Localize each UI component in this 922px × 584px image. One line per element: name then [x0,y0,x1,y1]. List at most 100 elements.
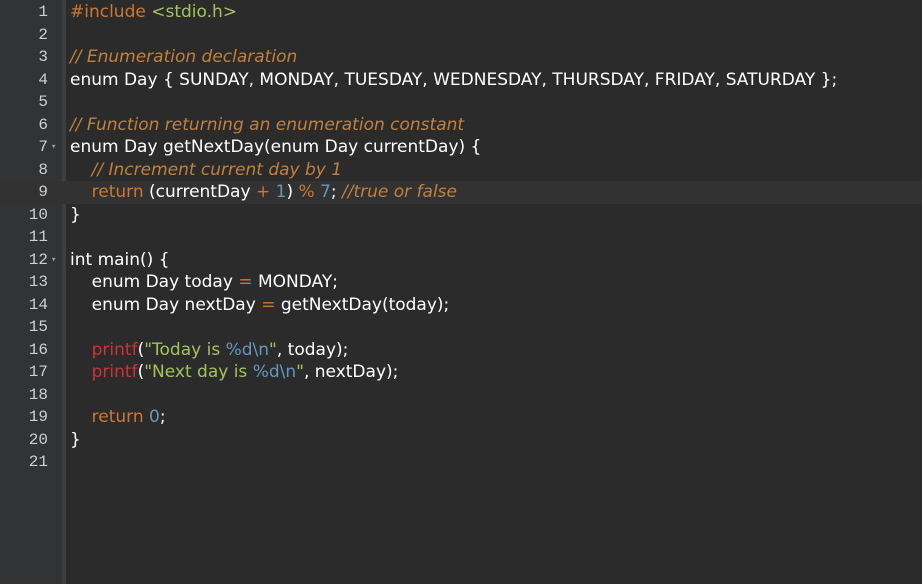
code-token: printf [91,362,138,382]
line-number: 21 [28,453,48,471]
code-token: return [91,182,144,202]
code-line[interactable]: 20} [0,429,922,452]
code-text: return (currentDay + 1) % 7; //true or f… [70,181,457,204]
code-text: int main() { [70,249,170,272]
code-editor[interactable]: 1 #include <stdio.h> 2 3 // Enumeration decl… [0,0,922,584]
code-line[interactable]: 16 printf("Today is %d\n", today); [0,339,922,362]
line-number: 19 [28,408,48,426]
line-number: 3 [38,48,48,66]
code-text: printf("Today is %d\n", today); [70,339,349,362]
fold-arrow-icon[interactable]: ▾ [51,136,56,159]
code-text: } [70,204,81,227]
code-text: // Increment current day by 1 [70,159,342,182]
code-line[interactable]: 14 enum Day nextDay = getNextDay(today); [0,294,922,317]
code-text: printf("Next day is %d\n", nextDay); [70,361,399,384]
code-token: enum Day nextDay [70,294,262,315]
line-number: 8 [38,160,48,179]
code-token: "Today is [144,339,226,360]
code-token: // Increment current day by 1 [91,159,343,180]
code-token: %d\n [252,362,297,382]
line-number: 14 [28,295,48,314]
code-token: #include [70,2,152,22]
code-token: %d\n [225,339,270,360]
code-token: + [255,182,271,202]
code-line[interactable]: 2 [0,24,922,47]
line-number: 9 [38,183,48,201]
code-token: (currentDay [143,182,256,202]
code-line[interactable]: 21 [0,451,922,474]
line-number: 2 [38,25,48,44]
code-line[interactable]: 17 printf("Next day is %d\n", nextDay); [0,361,922,384]
code-line[interactable]: 5 [0,91,922,114]
line-number: 7 [38,138,48,156]
code-token: = [261,294,276,315]
code-token: // Enumeration declaration [70,47,298,67]
code-token: MONDAY; [252,272,338,292]
code-token: ) [286,182,299,202]
line-number: 16 [28,340,48,359]
line-number: 20 [28,430,48,449]
code-line[interactable]: 12 ▾ int main() { [0,249,922,272]
code-token: enum Day { SUNDAY, MONDAY, TUESDAY, WEDN… [70,69,838,90]
code-token: % [298,182,315,202]
code-line[interactable]: 15 [0,316,922,339]
code-text: enum Day getNextDay(enum Day currentDay)… [70,136,481,159]
code-text: return 0; [70,406,166,429]
code-token: 1 [275,182,287,202]
code-line[interactable]: 10} [0,204,922,227]
code-token: ; [330,182,343,202]
code-token: int main() { [70,249,170,270]
code-line[interactable]: 1 #include <stdio.h> [0,1,922,24]
code-token: //true or false [342,182,457,202]
code-token: = [238,272,253,292]
code-token: return [91,407,144,427]
code-text: enum Day nextDay = getNextDay(today); [70,294,450,317]
line-number: 6 [38,115,48,134]
code-line[interactable]: 9 return (currentDay + 1) % 7; //true or… [0,181,922,204]
line-number: 17 [28,363,48,381]
code-text: enum Day { SUNDAY, MONDAY, TUESDAY, WEDN… [70,69,837,92]
code-token: } [70,204,81,225]
code-token: " [269,339,277,360]
line-number: 11 [28,228,48,246]
code-token: "Next day is [144,362,253,382]
code-token: , nextDay); [303,362,399,382]
line-number: 12 [28,250,48,269]
code-token: " [296,362,304,382]
code-token: <stdio.h> [151,2,238,22]
line-number: 18 [28,385,48,404]
line-number: 15 [28,318,48,336]
code-text: // Enumeration declaration [70,46,297,69]
code-token: printf [91,339,138,360]
code-line[interactable]: 4 enum Day { SUNDAY, MONDAY, TUESDAY, WED… [0,69,922,92]
code-token: getNextDay(today); [275,294,450,315]
code-token: } [70,429,81,450]
code-token: // Function returning an enumeration con… [70,114,465,135]
code-line[interactable]: 13 enum Day today = MONDAY; [0,271,922,294]
code-line[interactable]: 6 // Function returning an enumeration co… [0,114,922,137]
code-token: enum Day today [70,272,239,292]
code-token: ; [159,407,166,427]
code-line[interactable]: 8 // Increment current day by 1 [0,159,922,182]
code-text: enum Day today = MONDAY; [70,271,338,294]
code-line[interactable]: 3 // Enumeration declaration [0,46,922,69]
code-line[interactable]: 7 ▾ enum Day getNextDay(enum Day currentDa… [0,136,922,159]
fold-arrow-icon[interactable]: ▾ [51,249,56,272]
line-number: 10 [28,205,48,224]
code-line[interactable]: 11 [0,226,922,249]
code-text: // Function returning an enumeration con… [70,114,464,137]
code-line[interactable]: 18 [0,384,922,407]
code-token: 0 [149,407,160,427]
line-number: 13 [28,273,48,291]
line-number: 1 [38,3,48,21]
line-number: 4 [38,70,48,89]
code-line[interactable]: 19 return 0; [0,406,922,429]
code-token: , today); [276,339,349,360]
line-number: 5 [38,93,48,111]
code-token: 7 [320,182,331,202]
